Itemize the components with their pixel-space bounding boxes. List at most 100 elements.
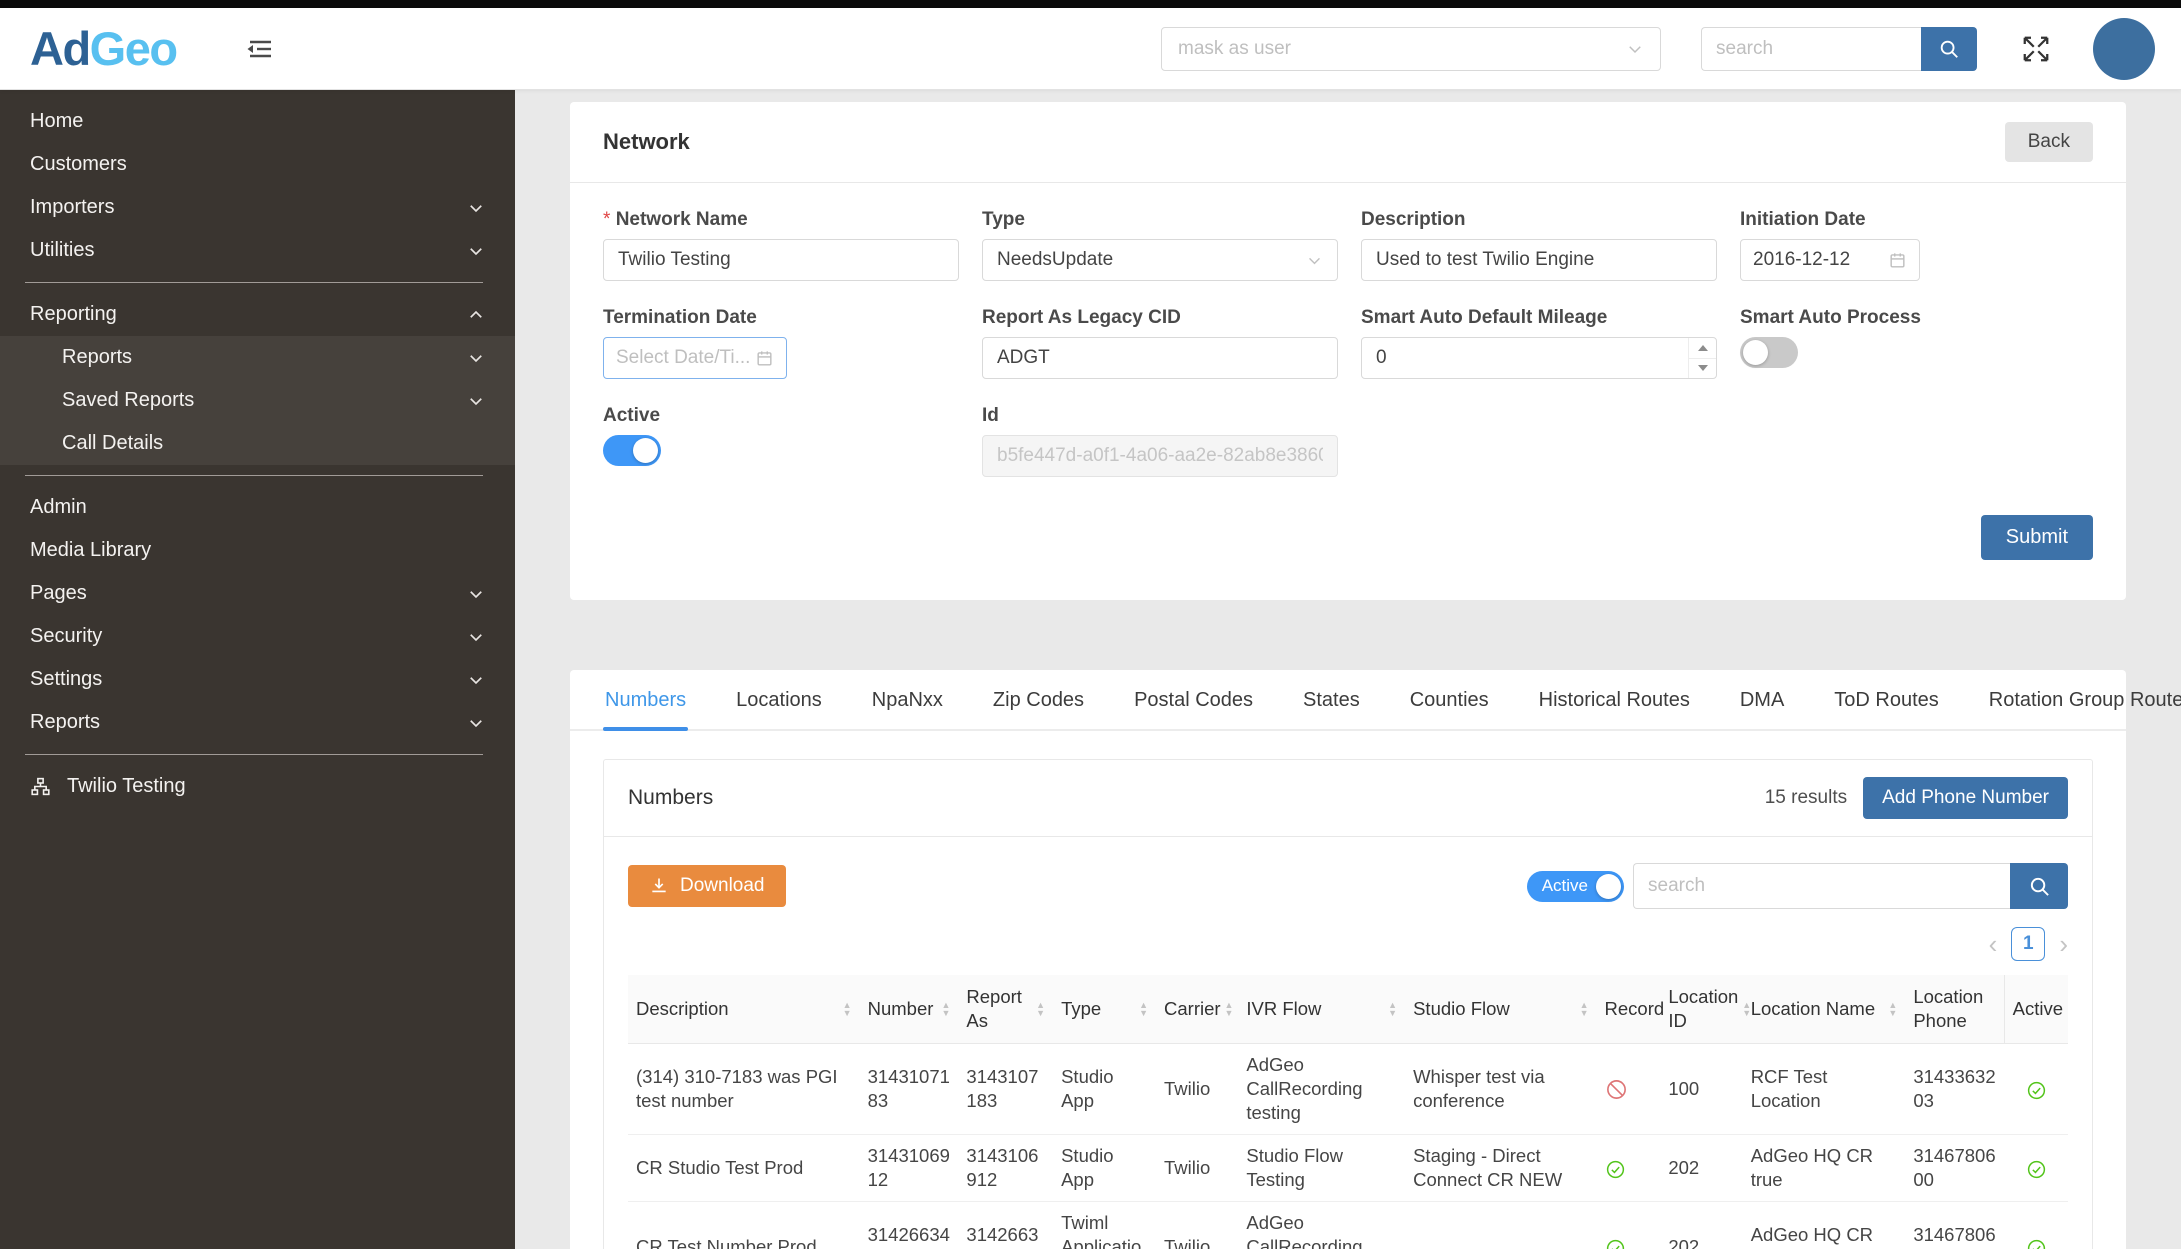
sort-icon[interactable]: ▲ ▼ xyxy=(1225,1001,1234,1018)
cell-studio-flow: Staging - Direct Connect CR NEW xyxy=(1405,1134,1597,1203)
back-button[interactable]: Back xyxy=(2004,122,2093,162)
add-phone-number-button[interactable]: Add Phone Number xyxy=(1863,777,2068,819)
sidebar-item-saved-reports[interactable]: Saved Reports xyxy=(0,379,515,422)
id-input xyxy=(982,435,1338,477)
column-header-location-id[interactable]: Location ID ▲ ▼ xyxy=(1660,975,1751,1045)
submit-button[interactable]: Submit xyxy=(1980,515,2093,560)
sidebar-item-reports[interactable]: Reports xyxy=(0,701,515,744)
column-header-location-name[interactable]: Location Name ▲ ▼ xyxy=(1742,975,1906,1045)
chevron-down-icon xyxy=(1626,40,1644,58)
number-stepper[interactable] xyxy=(1688,338,1716,378)
report-as-legacy-cid-input[interactable] xyxy=(982,337,1338,379)
search-icon xyxy=(2028,875,2051,898)
chevron-down-icon xyxy=(467,242,485,260)
tab-historical-routes[interactable]: Historical Routes xyxy=(1537,670,1692,729)
sort-icon[interactable]: ▲ ▼ xyxy=(1388,1001,1397,1018)
smart-auto-process-label: Smart Auto Process xyxy=(1740,307,1921,328)
header-search-button[interactable] xyxy=(1921,26,1977,71)
tab-numbers[interactable]: Numbers xyxy=(603,670,689,731)
cell-description: (314) 310-7183 was PGI test number xyxy=(628,1043,860,1136)
tab-dma[interactable]: DMA xyxy=(1738,670,1786,729)
smart-auto-process-toggle[interactable] xyxy=(1740,337,1798,368)
tab-zip-codes[interactable]: Zip Codes xyxy=(991,670,1086,729)
user-avatar[interactable] xyxy=(2093,17,2155,80)
sidebar-item-customers[interactable]: Customers xyxy=(0,143,515,186)
sidebar-item-label: Importers xyxy=(30,196,115,218)
sidebar-item-security[interactable]: Security xyxy=(0,615,515,658)
table-row[interactable]: (314) 310-7183 was PGI test number 314310… xyxy=(628,1043,2068,1136)
sidebar-collapse-button[interactable] xyxy=(243,33,275,65)
tab-counties[interactable]: Counties xyxy=(1408,670,1491,729)
header-search-input[interactable] xyxy=(1701,26,1921,71)
prev-page-button[interactable]: ‹ xyxy=(1989,931,1998,957)
app-logo[interactable]: AdGeo xyxy=(30,21,178,76)
column-header-report-as[interactable]: Report As ▲ ▼ xyxy=(958,975,1054,1045)
column-header-number[interactable]: Number ▲ ▼ xyxy=(859,975,959,1045)
table-search-input[interactable] xyxy=(1633,863,2010,909)
table-row[interactable]: CR Test Number Prod31426634843142663484T… xyxy=(628,1201,2068,1249)
sidebar-item-importers[interactable]: Importers xyxy=(0,186,515,229)
active-filter-toggle[interactable]: Active xyxy=(1526,870,1624,902)
cell-report-as: 3142663484 xyxy=(958,1201,1054,1249)
sidebar-item-twilio-testing[interactable]: Twilio Testing xyxy=(0,765,515,808)
description-input[interactable] xyxy=(1361,239,1717,281)
sidebar-item-media-library[interactable]: Media Library xyxy=(0,529,515,572)
sort-icon[interactable]: ▲ ▼ xyxy=(1580,1001,1589,1018)
termination-date-picker[interactable]: Select Date/Ti... xyxy=(603,337,787,379)
column-header-carrier[interactable]: Carrier ▲ ▼ xyxy=(1156,975,1239,1045)
column-header-location-phone: Location Phone xyxy=(1905,975,2005,1045)
column-header-studio-flow[interactable]: Studio Flow ▲ ▼ xyxy=(1405,975,1597,1045)
sort-icon[interactable]: ▲ ▼ xyxy=(843,1001,852,1018)
logo-part-ad: Ad xyxy=(30,22,91,75)
record-status-cell xyxy=(1596,1134,1661,1203)
column-header-ivr-flow[interactable]: IVR Flow ▲ ▼ xyxy=(1238,975,1406,1045)
tab-postal-codes[interactable]: Postal Codes xyxy=(1132,670,1255,729)
sort-icon[interactable]: ▲ ▼ xyxy=(1139,1001,1148,1018)
sidebar-item-home[interactable]: Home xyxy=(0,100,515,143)
download-button[interactable]: Download xyxy=(628,865,786,907)
sort-icon[interactable]: ▲ ▼ xyxy=(1036,1001,1045,1018)
chevron-down-icon xyxy=(467,392,485,410)
table-search-button[interactable] xyxy=(2010,863,2068,909)
sidebar-item-label: Reporting xyxy=(30,303,117,325)
sidebar-item-utilities[interactable]: Utilities xyxy=(0,229,515,272)
table-row[interactable]: CR Studio Test Prod 3143106912 3143106912 S… xyxy=(628,1134,2068,1203)
column-header-type[interactable]: Type ▲ ▼ xyxy=(1053,975,1157,1045)
sort-icon[interactable]: ▲ ▼ xyxy=(1888,1001,1897,1018)
column-header-description[interactable]: Description ▲ ▼ xyxy=(628,975,860,1045)
sidebar-item-reports[interactable]: Reports xyxy=(0,336,515,379)
next-page-button[interactable]: › xyxy=(2059,931,2068,957)
sort-icon[interactable]: ▲ ▼ xyxy=(941,1001,950,1018)
tab-npanxx[interactable]: NpaNxx xyxy=(870,670,945,729)
network-name-input[interactable] xyxy=(603,239,959,281)
sidebar-item-call-details[interactable]: Call Details xyxy=(0,422,515,465)
initiation-date-picker[interactable]: 2016-12-12 xyxy=(1740,239,1920,281)
check-circle-icon xyxy=(1605,1238,1626,1249)
tab-states[interactable]: States xyxy=(1301,670,1362,729)
chevron-down-icon xyxy=(467,349,485,367)
cell-location-id: 202 xyxy=(1660,1134,1743,1203)
fullscreen-button[interactable] xyxy=(2021,34,2051,64)
sidebar-item-pages[interactable]: Pages xyxy=(0,572,515,615)
sidebar-item-admin[interactable]: Admin xyxy=(0,486,515,529)
smart-auto-default-mileage-input[interactable] xyxy=(1361,337,1717,379)
sidebar-item-reporting[interactable]: Reporting xyxy=(0,293,515,336)
sidebar-item-settings[interactable]: Settings xyxy=(0,658,515,701)
active-toggle[interactable] xyxy=(603,435,661,466)
active-status-cell xyxy=(2004,1134,2068,1203)
download-icon xyxy=(649,876,669,896)
type-select[interactable]: NeedsUpdate xyxy=(982,239,1338,281)
tab-locations[interactable]: Locations xyxy=(734,670,824,729)
column-label: Location ID xyxy=(1668,986,1739,1032)
type-label: Type xyxy=(982,209,1025,230)
stepper-up-icon[interactable] xyxy=(1689,338,1716,358)
page-1-button[interactable]: 1 xyxy=(2011,927,2046,961)
cell-report-as: 3143106912 xyxy=(958,1134,1054,1203)
field-network-name: Network Name xyxy=(603,209,959,281)
stepper-down-icon[interactable] xyxy=(1689,357,1716,379)
download-label: Download xyxy=(680,875,765,896)
cell-studio-flow xyxy=(1405,1201,1597,1249)
tab-rotation-group-routes[interactable]: Rotation Group Routes xyxy=(1987,670,2181,729)
tab-tod-routes[interactable]: ToD Routes xyxy=(1832,670,1941,729)
mask-as-user-select[interactable]: mask as user xyxy=(1161,26,1661,71)
